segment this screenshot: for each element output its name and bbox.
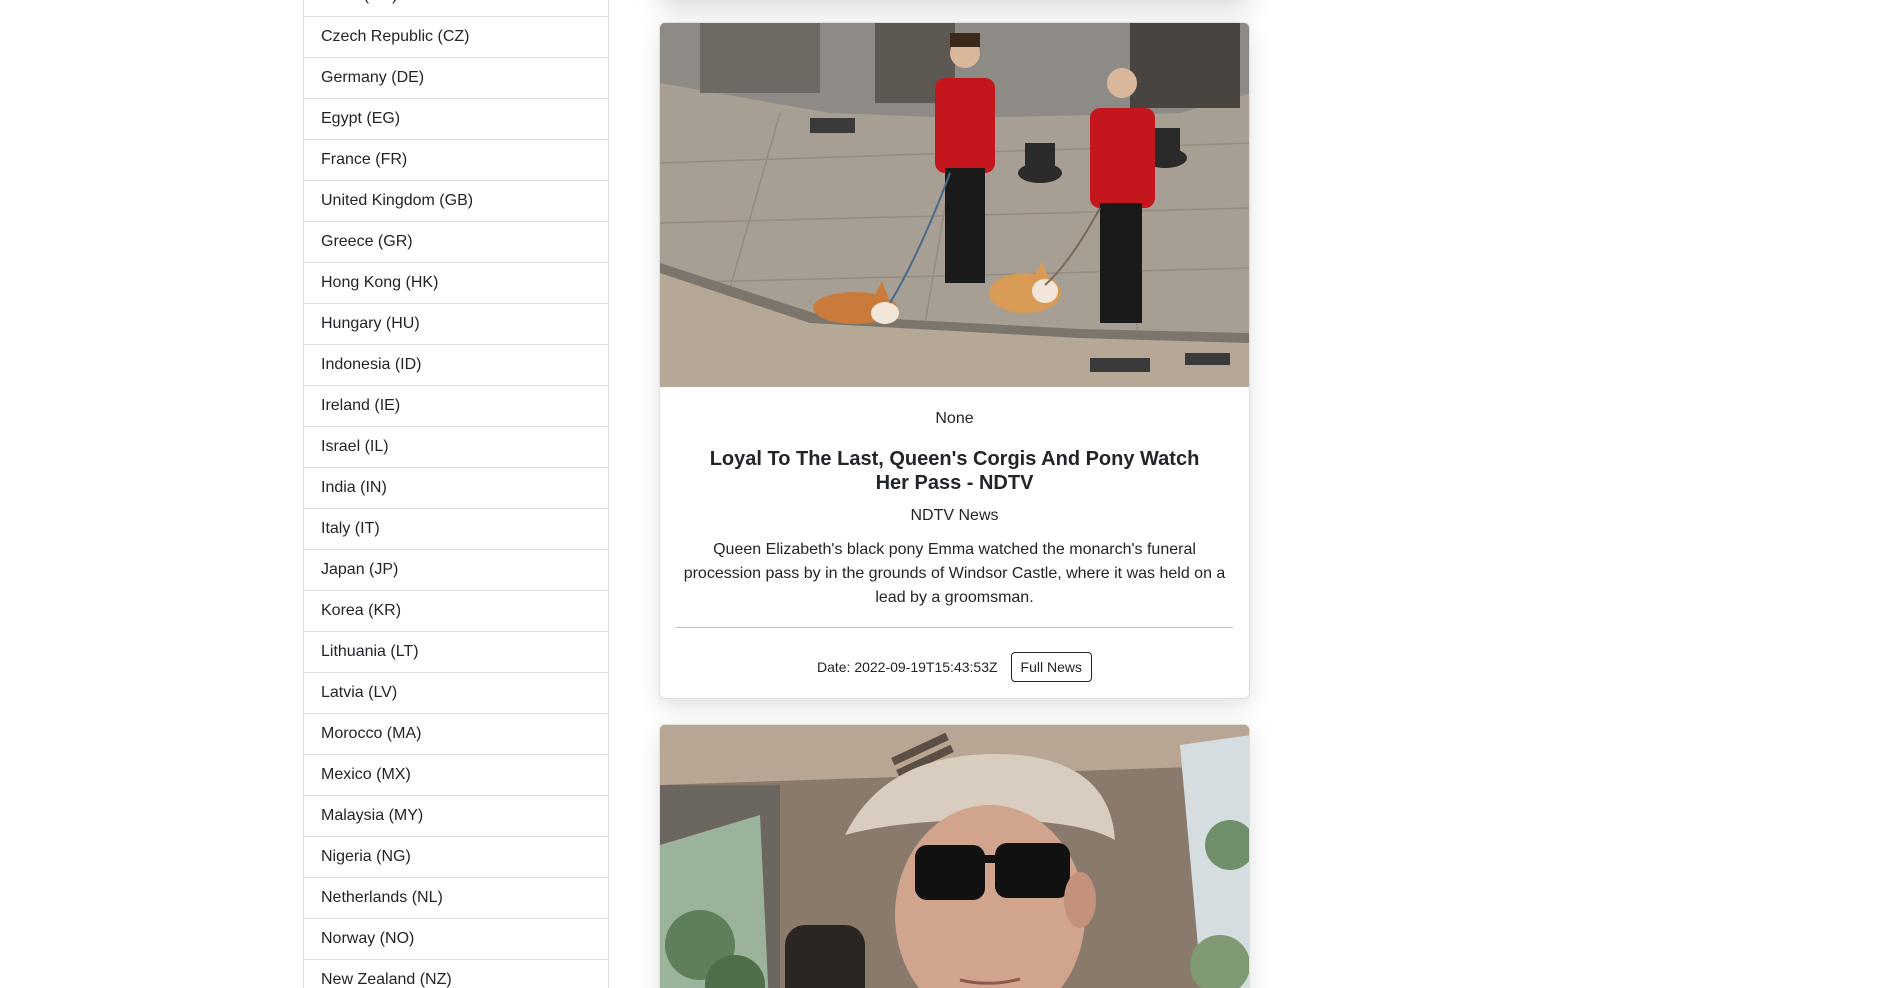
article-title: Loyal To The Last, Queen's Corgis And Po… xyxy=(709,448,1200,494)
country-list-item[interactable]: Mexico (MX) xyxy=(304,755,608,796)
article-source: NDTV News xyxy=(910,507,999,524)
country-list-item[interactable]: Cuba (CU) xyxy=(304,0,608,17)
country-list-item[interactable]: United Kingdom (GB) xyxy=(304,181,608,222)
country-list-item[interactable]: France (FR) xyxy=(304,140,608,181)
country-list-item[interactable]: Lithuania (LT) xyxy=(304,632,608,673)
country-list-item[interactable]: Ireland (IE) xyxy=(304,386,608,427)
country-list-item[interactable]: Czech Republic (CZ) xyxy=(304,17,608,58)
news-card: None Loyal To The Last, Queen's Corgis A… xyxy=(659,22,1250,699)
country-list-item[interactable]: Hungary (HU) xyxy=(304,304,608,345)
country-list-item[interactable]: Malaysia (MY) xyxy=(304,796,608,837)
country-list-item[interactable]: Israel (IL) xyxy=(304,427,608,468)
country-list-item[interactable]: India (IN) xyxy=(304,468,608,509)
country-list-item[interactable]: Latvia (LV) xyxy=(304,673,608,714)
news-image-man-in-car xyxy=(660,725,1249,988)
article-author: None xyxy=(935,410,974,427)
country-list-item[interactable]: Nigeria (NG) xyxy=(304,837,608,878)
card-divider xyxy=(676,627,1233,628)
news-card xyxy=(659,724,1250,988)
news-image-corgis xyxy=(660,23,1249,387)
card-footer: Date: 2022-09-19T15:43:53Z Full News xyxy=(676,652,1233,682)
article-description: Queen Elizabeth's black pony Emma watche… xyxy=(683,541,1226,606)
country-list-item[interactable]: Hong Kong (HK) xyxy=(304,263,608,304)
country-list-item[interactable]: Korea (KR) xyxy=(304,591,608,632)
article-date: Date: 2022-09-19T15:43:53Z xyxy=(816,659,998,675)
country-list: Cuba (CU)Czech Republic (CZ)Germany (DE)… xyxy=(303,0,609,988)
country-list-item[interactable]: Netherlands (NL) xyxy=(304,878,608,919)
country-list-item[interactable]: Norway (NO) xyxy=(304,919,608,960)
country-list-item[interactable]: Greece (GR) xyxy=(304,222,608,263)
country-list-item[interactable]: Japan (JP) xyxy=(304,550,608,591)
country-list-item[interactable]: Italy (IT) xyxy=(304,509,608,550)
country-list-item[interactable]: Germany (DE) xyxy=(304,58,608,99)
country-list-item[interactable]: Indonesia (ID) xyxy=(304,345,608,386)
news-page: Cuba (CU)Czech Republic (CZ)Germany (DE)… xyxy=(0,0,1899,988)
country-list-item[interactable]: Morocco (MA) xyxy=(304,714,608,755)
country-list-item[interactable]: New Zealand (NZ) xyxy=(304,960,608,988)
full-news-button[interactable]: Full News xyxy=(1010,652,1093,682)
country-list-item[interactable]: Egypt (EG) xyxy=(304,99,608,140)
